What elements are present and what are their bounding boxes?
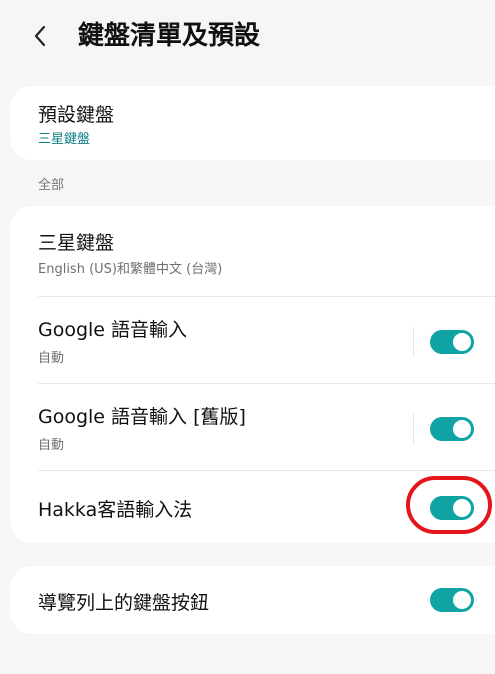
keyboard-title-hakka: Hakka客語輸入法: [38, 499, 193, 521]
navbar-keyboard-button-card[interactable]: 導覽列上的鍵盤按鈕: [10, 566, 495, 634]
keyboard-title-google-voice: Google 語音輸入: [38, 319, 188, 341]
keyboard-subtitle-google-voice-legacy: 自動: [38, 438, 65, 453]
keyboard-list-card: 三星鍵盤 English (US)和繁體中文 (台灣) Google 語音輸入 …: [10, 206, 495, 543]
keyboard-subtitle-samsung: English (US)和繁體中文 (台灣): [38, 262, 223, 277]
section-label-all: 全部: [38, 178, 65, 193]
keyboard-title-google-voice-legacy: Google 語音輸入 [舊版]: [38, 406, 246, 428]
keyboard-row-google-voice-legacy[interactable]: Google 語音輸入 [舊版] 自動: [10, 384, 495, 470]
keyboard-subtitle-google-voice: 自動: [38, 351, 65, 366]
default-keyboard-title: 預設鍵盤: [38, 104, 115, 126]
keyboard-row-google-voice[interactable]: Google 語音輸入 自動: [10, 297, 495, 383]
toggle-knob: [453, 591, 471, 609]
keyboard-row-hakka[interactable]: Hakka客語輸入法: [10, 471, 495, 543]
page-title: 鍵盤清單及預設: [78, 21, 261, 51]
navbar-keyboard-button-toggle[interactable]: [430, 588, 474, 612]
google-voice-toggle[interactable]: [430, 330, 474, 354]
back-chevron-icon[interactable]: [28, 24, 52, 48]
hakka-toggle[interactable]: [430, 496, 474, 520]
toggle-knob: [453, 420, 471, 438]
keyboard-title-samsung: 三星鍵盤: [38, 232, 115, 254]
vertical-separator: [413, 327, 414, 357]
app-header: 鍵盤清單及預設: [0, 0, 495, 72]
navbar-keyboard-button-title: 導覽列上的鍵盤按鈕: [38, 592, 210, 614]
keyboard-row-samsung[interactable]: 三星鍵盤 English (US)和繁體中文 (台灣): [10, 206, 495, 296]
toggle-knob: [453, 499, 471, 517]
vertical-separator: [413, 414, 414, 444]
google-voice-legacy-toggle[interactable]: [430, 417, 474, 441]
default-keyboard-card[interactable]: 預設鍵盤 三星鍵盤: [10, 86, 495, 160]
toggle-knob: [453, 333, 471, 351]
default-keyboard-value: 三星鍵盤: [38, 132, 91, 147]
